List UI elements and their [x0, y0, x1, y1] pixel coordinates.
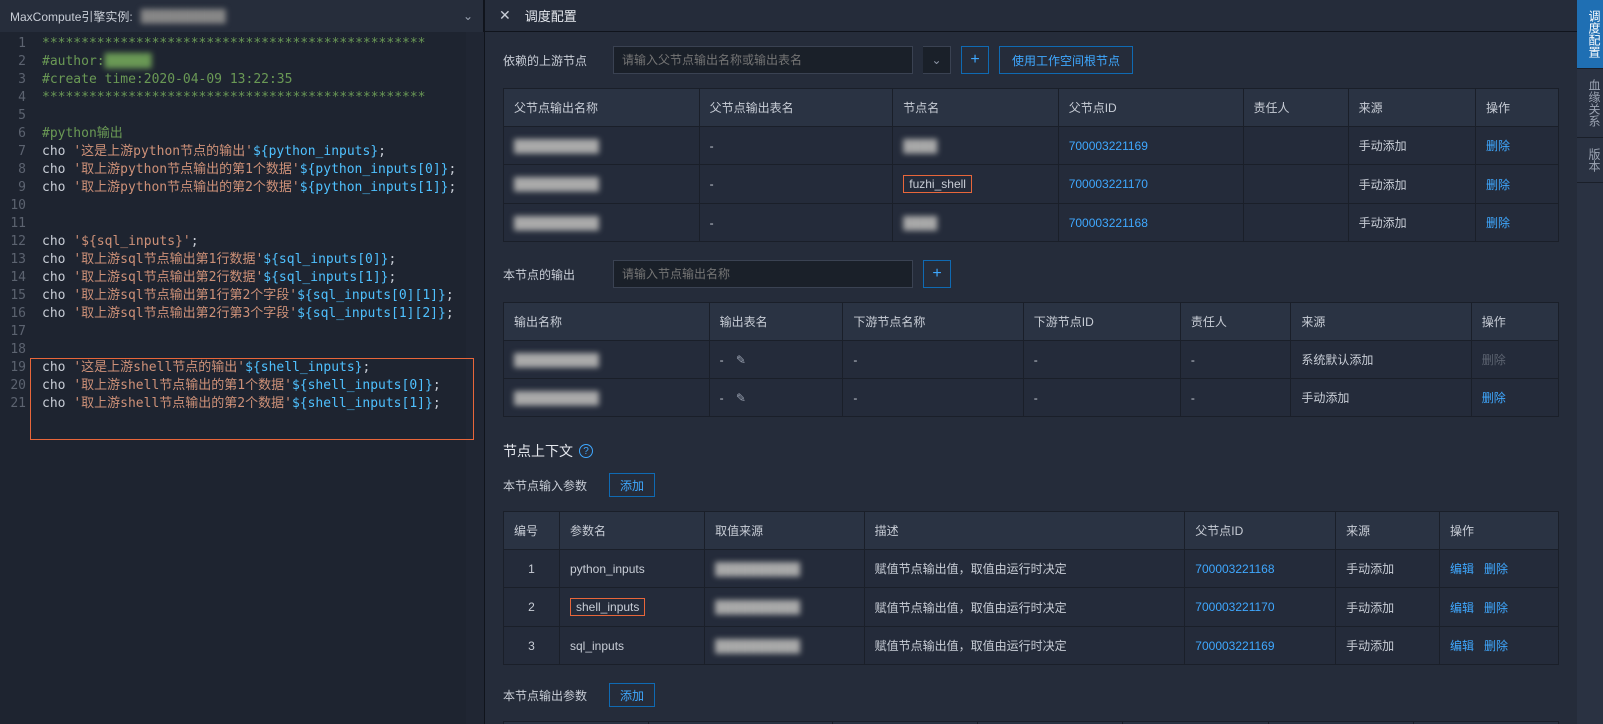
input-params-table: 编号参数名取值来源描述父节点ID来源操作1python_inputs██████…: [503, 511, 1559, 665]
context-title: 节点上下文: [503, 441, 573, 461]
table-header: 节点名: [893, 89, 1058, 127]
delete-link: 删除: [1482, 353, 1506, 367]
chevron-down-icon: ⌄: [463, 9, 473, 23]
table-header: 下游节点名称: [843, 303, 1023, 341]
table-header: 父节点输出名称: [504, 89, 700, 127]
add-output-button[interactable]: +: [923, 260, 951, 288]
node-name-highlight: fuzhi_shell: [903, 175, 972, 193]
table-header: 责任人: [1180, 303, 1291, 341]
parent-id-link[interactable]: 700003221170: [1069, 177, 1148, 191]
table-header: 取值来源: [705, 512, 865, 550]
table-row: ██████████- ✎---系统默认添加删除: [504, 341, 1559, 379]
engine-value: ██████████: [141, 9, 457, 23]
table-header: 来源: [1336, 512, 1440, 550]
input-params-label: 本节点输入参数: [503, 477, 587, 494]
parent-id-link[interactable]: 700003221169: [1069, 139, 1148, 153]
engine-selector[interactable]: MaxCompute引擎实例: ██████████ ⌄: [0, 0, 484, 32]
table-header: 父节点输出表名: [699, 89, 893, 127]
table-row: ██████████-████700003221168手动添加删除: [504, 204, 1559, 242]
edit-link[interactable]: 编辑: [1450, 601, 1474, 615]
table-header: 来源: [1348, 89, 1475, 127]
tab-version[interactable]: 版本: [1577, 138, 1603, 183]
side-tabs: 调度配置 血缘关系 版本: [1577, 0, 1603, 724]
table-row: 1python_inputs██████████赋值节点输出值，取值由运行时决定…: [504, 550, 1559, 588]
table-header: 父节点ID: [1058, 89, 1243, 127]
table-row: 2shell_inputs██████████赋值节点输出值，取值由运行时决定7…: [504, 588, 1559, 627]
parent-id-link[interactable]: 700003221170: [1195, 600, 1274, 614]
delete-link[interactable]: 删除: [1484, 562, 1508, 576]
chevron-down-icon[interactable]: ⌄: [923, 46, 951, 74]
table-header: 描述: [864, 512, 1185, 550]
delete-link[interactable]: 删除: [1486, 139, 1510, 153]
param-name-highlight: shell_inputs: [570, 598, 645, 616]
parent-id-link[interactable]: 700003221169: [1195, 639, 1274, 653]
add-output-param-button[interactable]: 添加: [609, 683, 655, 707]
table-header: 输出表名: [709, 303, 843, 341]
panel-header: ✕ 调度配置: [485, 0, 1577, 32]
table-header: 下游节点ID: [1023, 303, 1180, 341]
node-output-input[interactable]: [613, 260, 913, 288]
edit-link[interactable]: 编辑: [1450, 562, 1474, 576]
output-table: 输出名称输出表名下游节点名称下游节点ID责任人来源操作██████████- ✎…: [503, 302, 1559, 417]
tab-schedule[interactable]: 调度配置: [1577, 0, 1603, 69]
table-header: 操作: [1471, 303, 1558, 341]
node-output-label: 本节点的输出: [503, 266, 603, 283]
parent-id-link[interactable]: 700003221168: [1069, 216, 1148, 230]
editor-column: MaxCompute引擎实例: ██████████ ⌄ 12345678910…: [0, 0, 484, 724]
parent-id-link[interactable]: 700003221168: [1195, 562, 1274, 576]
upstream-label: 依赖的上游节点: [503, 52, 603, 69]
add-input-param-button[interactable]: 添加: [609, 473, 655, 497]
delete-link[interactable]: 删除: [1484, 601, 1508, 615]
edit-icon[interactable]: ✎: [733, 352, 749, 368]
line-gutter: 123456789101112131415161718192021: [0, 32, 38, 724]
help-icon[interactable]: ?: [579, 444, 593, 458]
panel-title: 调度配置: [525, 6, 577, 25]
table-header: 操作: [1475, 89, 1558, 127]
delete-link[interactable]: 删除: [1486, 216, 1510, 230]
table-header: 参数名: [560, 512, 705, 550]
add-upstream-button[interactable]: +: [961, 46, 989, 74]
table-header: 父节点ID: [1185, 512, 1336, 550]
table-row: ██████████- ✎---手动添加删除: [504, 379, 1559, 417]
edit-icon[interactable]: ✎: [733, 390, 749, 406]
edit-link[interactable]: 编辑: [1450, 639, 1474, 653]
code-editor[interactable]: 123456789101112131415161718192021 ******…: [0, 32, 484, 724]
config-panel: ✕ 调度配置 依赖的上游节点 ⌄ + 使用工作空间根节点 父节点输出名称父节点输…: [484, 0, 1603, 724]
table-row: 3sql_inputs██████████赋值节点输出值，取值由运行时决定700…: [504, 627, 1559, 665]
close-icon[interactable]: ✕: [499, 7, 511, 24]
table-header: 来源: [1291, 303, 1471, 341]
table-row: ██████████-████700003221169手动添加删除: [504, 127, 1559, 165]
minimap[interactable]: [466, 32, 484, 724]
tab-lineage[interactable]: 血缘关系: [1577, 69, 1603, 138]
use-root-button[interactable]: 使用工作空间根节点: [999, 46, 1133, 74]
code-content[interactable]: ****************************************…: [38, 32, 466, 724]
delete-link[interactable]: 删除: [1482, 391, 1506, 405]
table-header: 操作: [1440, 512, 1559, 550]
upstream-table: 父节点输出名称父节点输出表名节点名父节点ID责任人来源操作██████████-…: [503, 88, 1559, 242]
table-row: ██████████-fuzhi_shell700003221170手动添加删除: [504, 165, 1559, 204]
engine-label: MaxCompute引擎实例:: [10, 8, 133, 25]
upstream-input[interactable]: [613, 46, 913, 74]
table-header: 责任人: [1243, 89, 1348, 127]
delete-link[interactable]: 删除: [1486, 178, 1510, 192]
output-params-label: 本节点输出参数: [503, 687, 587, 704]
delete-link[interactable]: 删除: [1484, 639, 1508, 653]
table-header: 输出名称: [504, 303, 710, 341]
table-header: 编号: [504, 512, 560, 550]
